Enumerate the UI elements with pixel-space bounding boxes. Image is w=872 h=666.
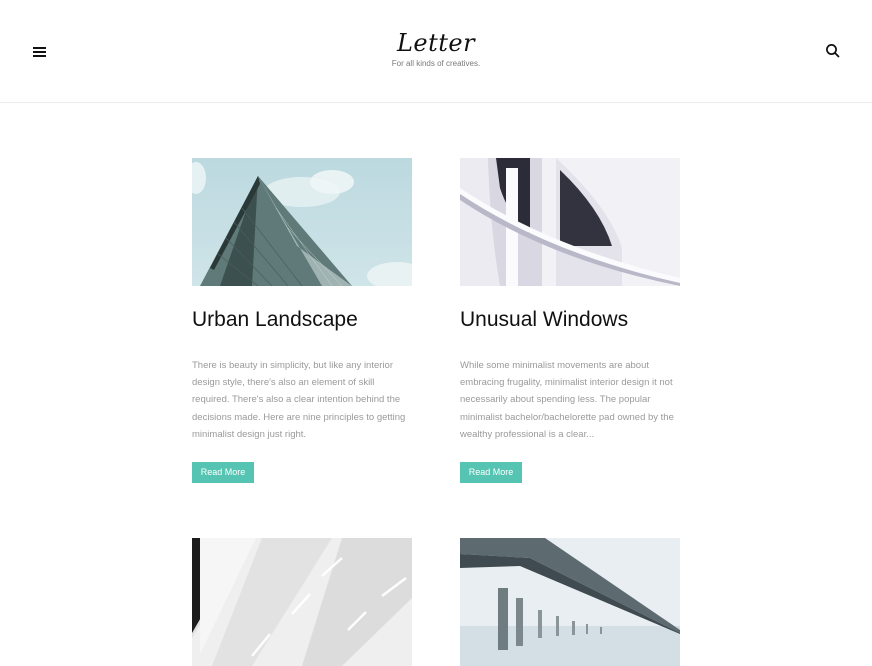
site-branding: Letter For all kinds of creatives. (336, 28, 536, 70)
post-title[interactable]: Urban Landscape (192, 306, 412, 334)
post-card (192, 538, 412, 666)
post-thumbnail-image[interactable] (192, 158, 412, 286)
site-logo[interactable]: Letter (336, 28, 536, 58)
post-card: Unusual Windows While some minimalist mo… (460, 158, 680, 484)
post-card: Urban Landscape There is beauty in simpl… (192, 158, 412, 484)
site-tagline: For all kinds of creatives. (391, 59, 481, 68)
post-excerpt: There is beauty in simplicity, but like … (192, 360, 406, 440)
post-thumbnail-image[interactable] (460, 538, 680, 666)
post-card (460, 538, 680, 666)
search-icon[interactable] (822, 40, 844, 62)
post-excerpt: While some minimalist movements are abou… (460, 360, 674, 440)
post-thumbnail-image[interactable] (460, 158, 680, 286)
read-more-button[interactable]: Read More (460, 462, 522, 484)
post-thumbnail-image[interactable] (192, 538, 412, 666)
post-title[interactable]: Unusual Windows (460, 306, 680, 334)
read-more-button[interactable]: Read More (192, 462, 254, 484)
site-header: Letter For all kinds of creatives. (0, 0, 872, 103)
menu-icon[interactable] (30, 42, 50, 60)
